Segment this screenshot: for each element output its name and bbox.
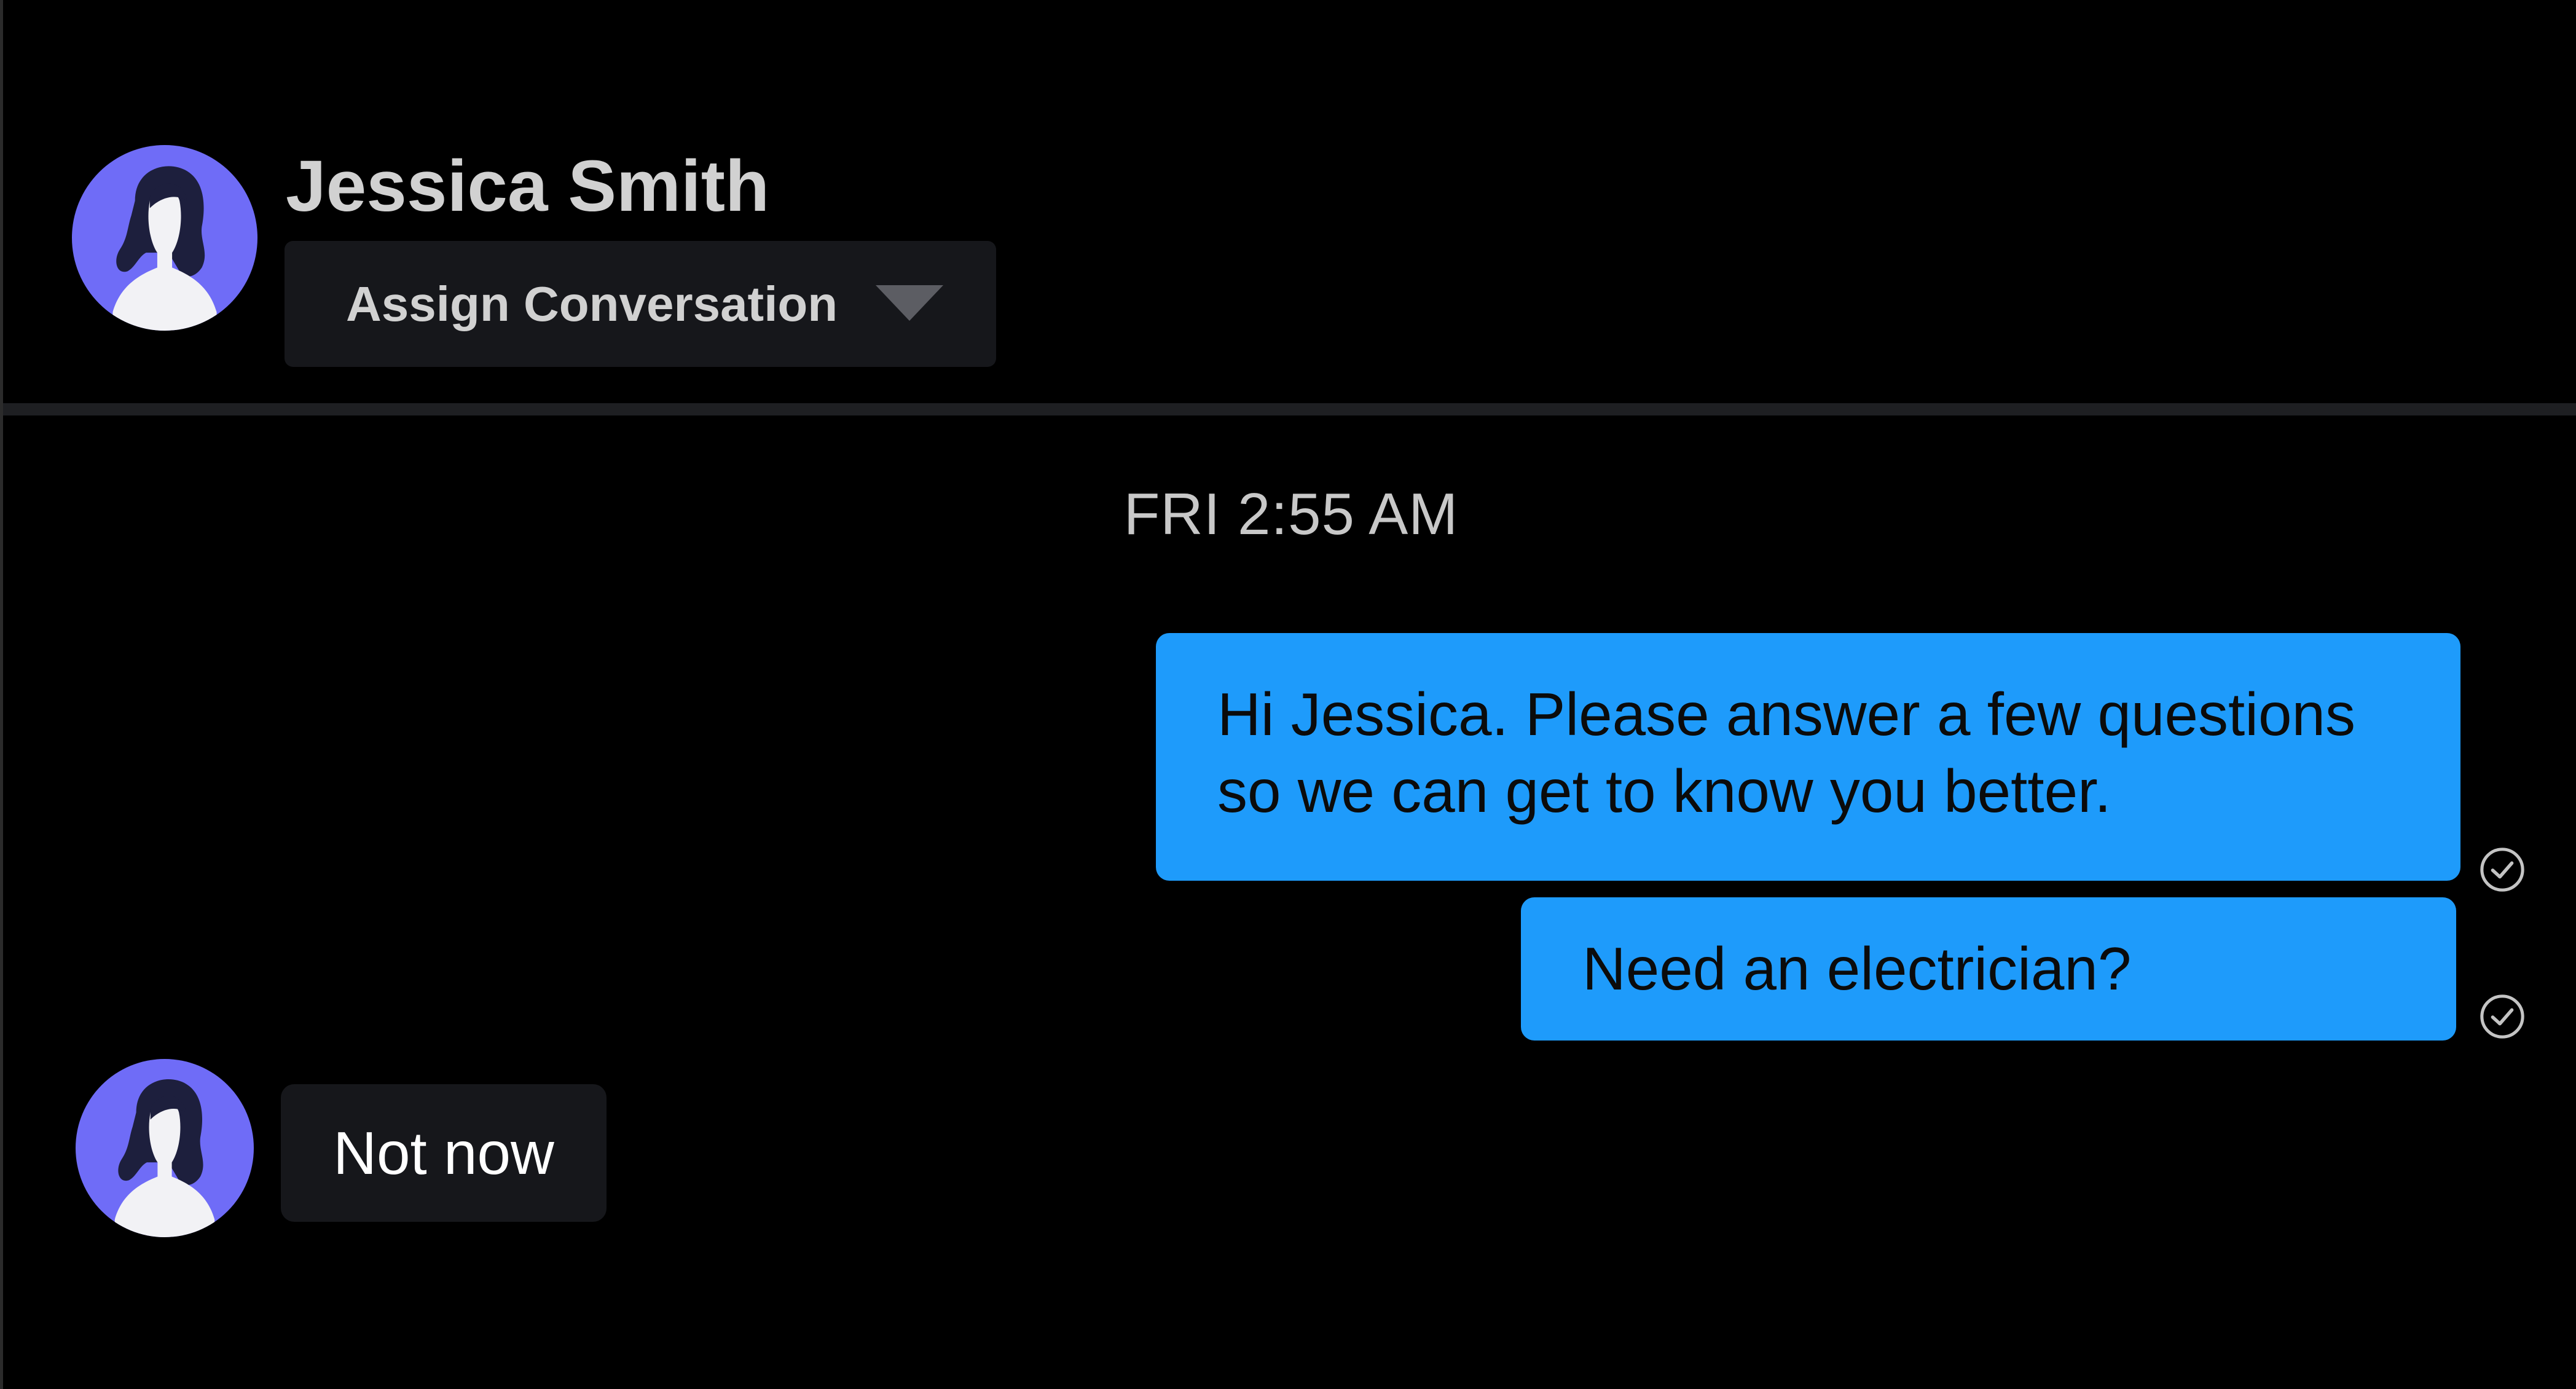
user-avatar-icon — [76, 1059, 254, 1237]
message-timestamp: FRI 2:55 AM — [1123, 481, 1459, 547]
incoming-message[interactable]: Not now — [281, 1084, 607, 1222]
message-text: Need an electrician? — [1582, 935, 2132, 1002]
conversation-panel: Jessica Smith Assign Conversation FRI 2:… — [0, 0, 2576, 1389]
contact-avatar[interactable] — [72, 145, 257, 331]
read-check-icon — [2480, 848, 2524, 892]
message-text: Hi Jessica. Please answer a few question… — [1217, 680, 2355, 825]
chevron-down-icon — [876, 285, 943, 321]
sender-avatar[interactable] — [76, 1059, 254, 1237]
message-text: Not now — [333, 1119, 554, 1187]
user-avatar-icon — [72, 145, 257, 331]
contact-name: Jessica Smith — [286, 146, 770, 227]
assign-conversation-dropdown[interactable]: Assign Conversation — [285, 241, 996, 367]
outgoing-message[interactable]: Hi Jessica. Please answer a few question… — [1156, 633, 2460, 881]
read-check-icon — [2480, 994, 2524, 1039]
assign-conversation-label: Assign Conversation — [346, 277, 838, 331]
header-divider — [3, 403, 2576, 415]
outgoing-message[interactable]: Need an electrician? — [1521, 897, 2456, 1041]
